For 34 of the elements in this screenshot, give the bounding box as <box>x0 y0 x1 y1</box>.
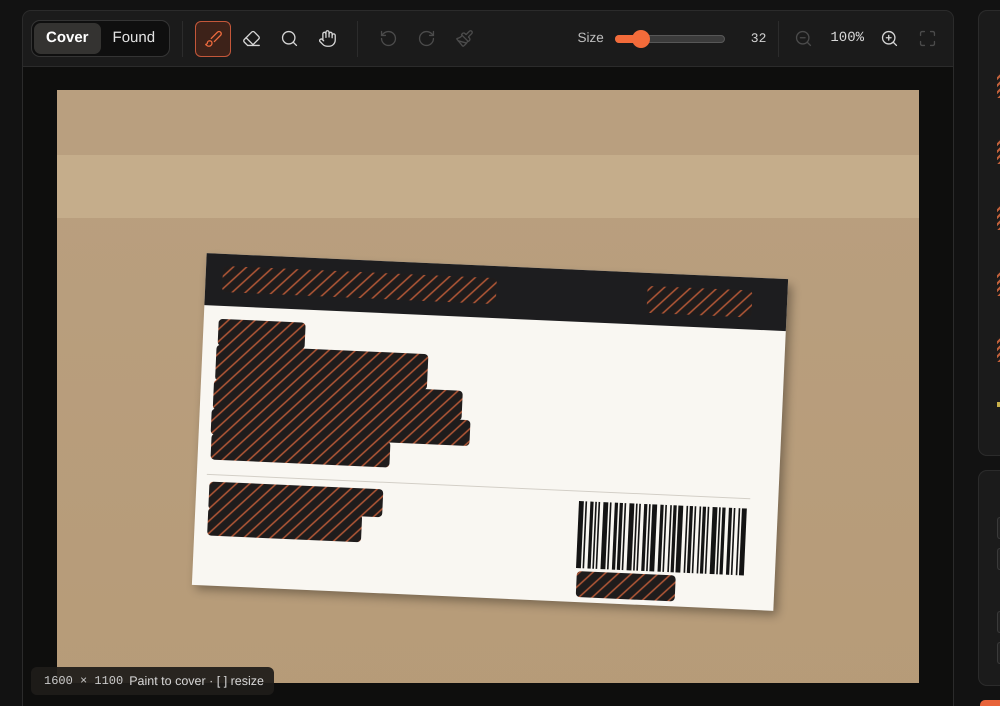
slider-thumb[interactable] <box>632 30 650 48</box>
mode-tab[interactable]: Cover <box>34 23 101 54</box>
redaction-thumbnail[interactable] <box>997 337 1000 362</box>
mode-tab[interactable]: Found <box>100 23 168 54</box>
redaction-mark[interactable] <box>208 482 384 518</box>
redo-icon <box>418 30 435 47</box>
size-label: Size <box>578 29 604 48</box>
undo-icon <box>380 30 397 47</box>
zoom-out-icon <box>794 30 812 47</box>
image-dimensions: 1600 × 1100 <box>44 673 124 690</box>
search-icon <box>280 30 298 47</box>
redaction-mark[interactable] <box>207 508 362 542</box>
redaction-mark[interactable] <box>210 434 390 468</box>
redaction-mark[interactable] <box>576 571 676 602</box>
fullscreen-icon <box>918 30 936 47</box>
hand-icon <box>318 30 336 47</box>
broom-icon <box>456 30 473 47</box>
eraser-icon <box>242 30 260 47</box>
hint-text: Paint to cover · [ ] resize <box>129 672 264 690</box>
brush-icon <box>204 30 222 47</box>
redaction-mark[interactable] <box>210 408 470 446</box>
redaction-thumbnail[interactable] <box>997 73 1000 98</box>
size-slider[interactable] <box>614 30 725 48</box>
redaction-mark[interactable] <box>218 318 306 350</box>
redaction-thumbnail[interactable] <box>997 271 1000 296</box>
action-button[interactable] <box>980 700 1000 706</box>
brush-tool-button[interactable] <box>195 20 232 56</box>
redaction-thumbnail[interactable] <box>997 205 1000 230</box>
zoom-in-icon <box>880 30 898 47</box>
redaction-mark[interactable] <box>212 380 463 421</box>
zoom-level: 100% <box>830 29 864 48</box>
size-value: 32 <box>750 30 766 48</box>
redaction-thumbnail[interactable] <box>997 139 1000 164</box>
status-icon <box>997 402 1000 407</box>
